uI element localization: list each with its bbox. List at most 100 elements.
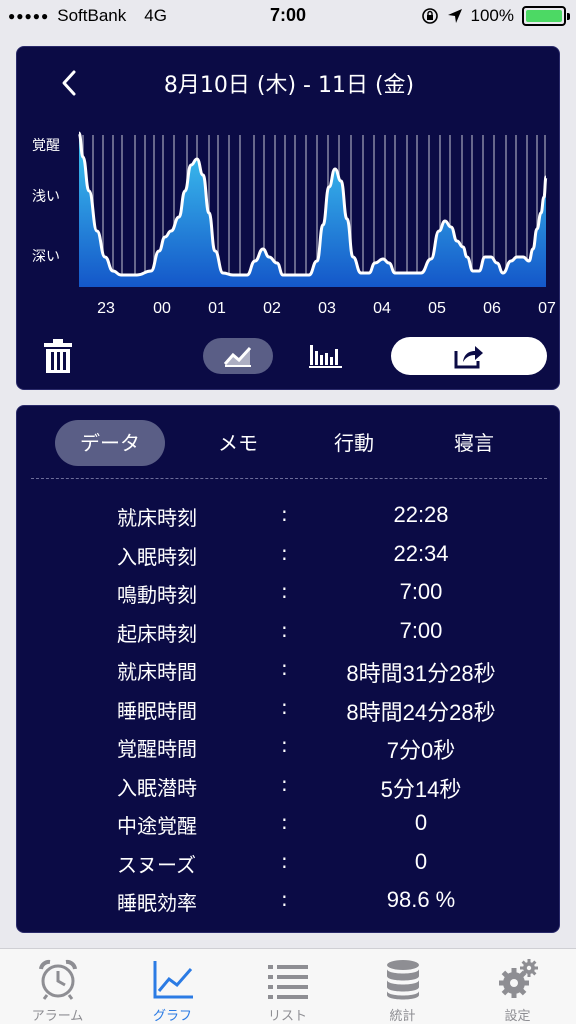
stat-value: 8時間31分28秒 bbox=[346, 661, 496, 686]
sleep-depth-line bbox=[77, 131, 548, 277]
stat-label: 就床時間 bbox=[117, 660, 197, 684]
stat-label: スヌーズ bbox=[117, 852, 196, 877]
tabbar-graph[interactable]: グラフ bbox=[115, 949, 230, 1024]
y-label-awake: 覚醒 bbox=[32, 138, 60, 154]
graph-icon bbox=[153, 961, 193, 999]
stat-label: 就床時刻 bbox=[117, 506, 197, 530]
detail-tabs: データ メモ 行動 寝言 bbox=[17, 420, 561, 466]
date-range-title: 8月10日 (木) - 11日 (金) bbox=[163, 73, 415, 98]
tabs-divider bbox=[31, 478, 547, 479]
stat-value: 22:34 bbox=[393, 540, 449, 566]
tabbar-label: グラフ bbox=[152, 1009, 192, 1024]
stat-value: 98.6 % bbox=[386, 887, 456, 912]
graph-header: 8月10日 (木) - 11日 (金) bbox=[17, 65, 561, 101]
sleep-depth-area bbox=[79, 133, 546, 287]
stat-label: 鳴動時刻 bbox=[117, 583, 197, 607]
x-axis-ticks: 23 00 01 02 03 04 05 06 07 bbox=[97, 300, 556, 317]
x-tick-label: 03 bbox=[318, 300, 336, 317]
tabbar-list[interactable]: リスト bbox=[230, 949, 345, 1024]
stat-row: 中途覚醒: 0 bbox=[17, 804, 561, 843]
x-tick-label: 23 bbox=[97, 300, 115, 317]
tabbar-label: 統計 bbox=[389, 1009, 416, 1024]
stat-row: 就床時刻: 22:28 bbox=[17, 496, 561, 535]
tabbar-settings[interactable]: 設定 bbox=[460, 949, 575, 1024]
stat-row: 入眠時刻: 22:34 bbox=[17, 535, 561, 574]
stat-separator: : bbox=[281, 810, 288, 834]
list-icon bbox=[268, 965, 308, 999]
tabbar-label: アラーム bbox=[31, 1009, 84, 1024]
stat-separator: : bbox=[281, 694, 288, 719]
share-button[interactable] bbox=[391, 337, 547, 375]
stat-label: 入眠潜時 bbox=[117, 775, 197, 800]
stat-row: 入眠潜時: 5分14秒 bbox=[17, 766, 561, 805]
sleep-stats-list: 就床時刻: 22:28 入眠時刻: 22:34 鳴動時刻: 7:00 起床時刻: 7:00 就床… bbox=[17, 496, 561, 920]
stat-row: スヌーズ: 0 bbox=[17, 843, 561, 882]
database-icon bbox=[387, 960, 419, 1000]
stat-label: 覚醒時間 bbox=[117, 737, 197, 761]
bar-chart-icon bbox=[309, 345, 342, 368]
share-icon bbox=[454, 346, 483, 369]
stat-row: 覚醒時間: 7分0秒 bbox=[17, 727, 561, 766]
line-graph-toggle[interactable] bbox=[203, 338, 273, 374]
x-tick-label: 07 bbox=[538, 300, 556, 317]
tab-data[interactable]: データ bbox=[55, 420, 165, 466]
stat-value: 0 bbox=[414, 848, 428, 874]
stat-label: 睡眠時間 bbox=[117, 698, 197, 723]
stat-value: 0 bbox=[414, 810, 428, 835]
tabbar-alarm[interactable]: アラーム bbox=[0, 949, 115, 1024]
y-label-light: 浅い bbox=[32, 189, 60, 205]
status-bar: ●●●●● SoftBank 4G 7:00 100% bbox=[0, 0, 576, 32]
stat-row: 睡眠効率: 98.6 % bbox=[17, 881, 561, 920]
x-tick-label: 02 bbox=[263, 300, 281, 317]
tab-bar: アラーム グラフ リスト 統計 設定 bbox=[0, 948, 576, 1024]
x-tick-label: 00 bbox=[153, 300, 171, 317]
sleep-graph-card: 8月10日 (木) - 11日 (金) 覚醒 浅い 深い 23 00 01 02 03 0… bbox=[16, 46, 560, 390]
stat-separator: : bbox=[281, 887, 288, 911]
stat-value: 7分0秒 bbox=[386, 738, 456, 763]
stat-label: 中途覚醒 bbox=[117, 814, 197, 838]
tab-sleep-talk[interactable]: 寝言 bbox=[427, 420, 521, 466]
x-tick-label: 04 bbox=[373, 300, 391, 317]
alarm-clock-icon bbox=[39, 959, 77, 1000]
stat-value: 8時間24分28秒 bbox=[346, 699, 496, 725]
stat-value: 22:28 bbox=[393, 502, 449, 527]
tab-memo[interactable]: メモ bbox=[191, 420, 285, 466]
stat-value: 7:00 bbox=[399, 617, 443, 643]
battery-icon bbox=[522, 6, 570, 26]
stat-label: 入眠時刻 bbox=[117, 544, 197, 569]
graph-toolbar bbox=[17, 335, 561, 379]
stat-label: 睡眠効率 bbox=[117, 891, 197, 915]
stat-separator: : bbox=[281, 848, 288, 873]
tabbar-stats[interactable]: 統計 bbox=[345, 949, 460, 1024]
line-chart-icon bbox=[223, 346, 252, 367]
x-tick-label: 01 bbox=[208, 300, 226, 317]
stat-separator: : bbox=[281, 579, 288, 603]
stat-separator: : bbox=[281, 617, 288, 642]
battery-percent: 100% bbox=[470, 6, 514, 25]
stat-separator: : bbox=[281, 771, 288, 796]
x-tick-label: 05 bbox=[428, 300, 446, 317]
tabbar-label: リスト bbox=[267, 1009, 307, 1024]
x-tick-label: 06 bbox=[483, 300, 501, 317]
gear-icon bbox=[499, 959, 538, 998]
stat-row: 睡眠時間: 8時間24分28秒 bbox=[17, 689, 561, 728]
stat-row: 鳴動時刻: 7:00 bbox=[17, 573, 561, 612]
location-icon bbox=[447, 9, 462, 23]
stat-separator: : bbox=[281, 502, 288, 526]
trash-icon bbox=[44, 339, 72, 373]
sleep-data-card: データ メモ 行動 寝言 就床時刻: 22:28 入眠時刻: 22:34 鳴動時刻: 7:… bbox=[16, 405, 560, 933]
delete-button[interactable] bbox=[41, 337, 75, 375]
tabbar-label: 設定 bbox=[504, 1009, 531, 1024]
stat-separator: : bbox=[281, 656, 288, 680]
stat-label: 起床時刻 bbox=[117, 621, 197, 646]
stat-separator: : bbox=[281, 540, 288, 565]
stat-row: 就床時間: 8時間31分28秒 bbox=[17, 650, 561, 689]
stat-separator: : bbox=[281, 733, 288, 757]
sleep-depth-chart: 覚醒 浅い 深い 23 00 01 02 03 04 05 06 07 bbox=[32, 131, 556, 317]
orientation-lock-icon bbox=[421, 8, 438, 24]
stat-value: 5分14秒 bbox=[380, 776, 462, 802]
stat-value: 7:00 bbox=[399, 579, 443, 604]
tab-activity[interactable]: 行動 bbox=[307, 420, 401, 466]
stat-row: 起床時刻: 7:00 bbox=[17, 612, 561, 651]
bar-graph-toggle[interactable] bbox=[309, 341, 349, 373]
